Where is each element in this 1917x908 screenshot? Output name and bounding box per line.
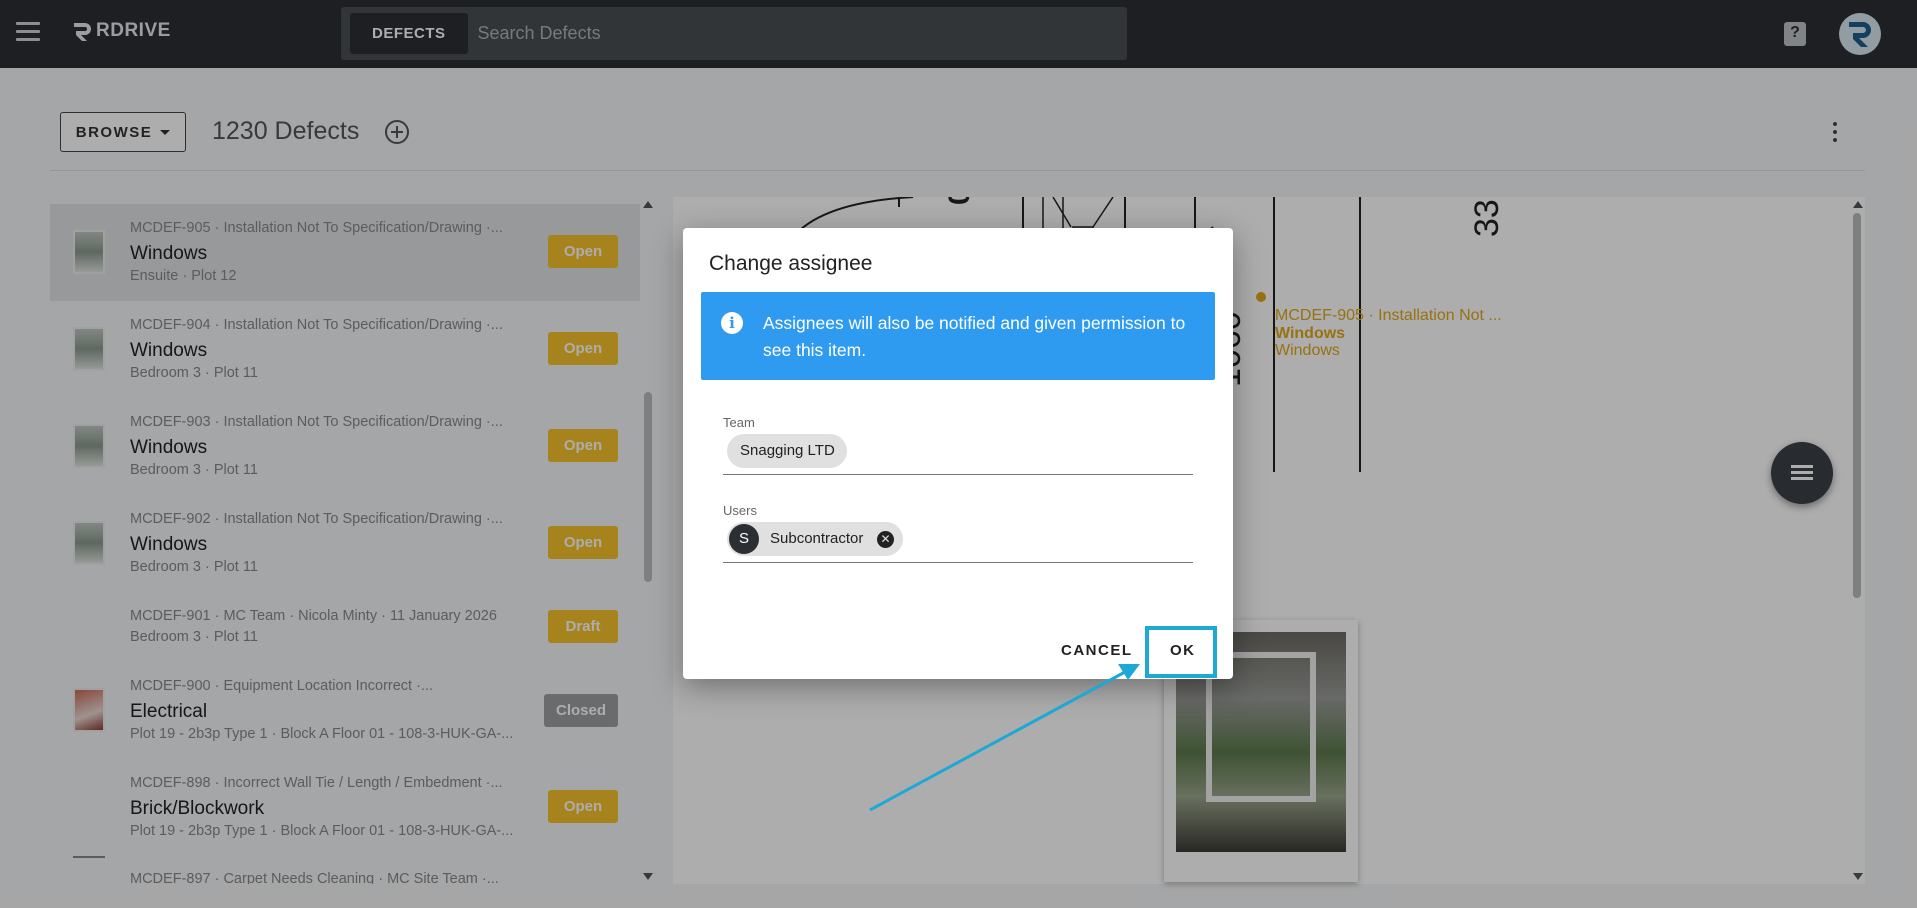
users-field-underline — [723, 562, 1193, 563]
team-chip-label: Snagging LTD — [740, 442, 835, 459]
users-field-label: Users — [723, 503, 757, 518]
cancel-button[interactable]: CANCEL — [1061, 642, 1133, 659]
team-chip[interactable]: Snagging LTD — [727, 434, 847, 468]
user-chip-label: Subcontractor — [770, 530, 864, 547]
user-chip[interactable]: S Subcontractor ✕ — [727, 522, 903, 556]
ok-button-highlight — [1145, 626, 1217, 678]
remove-user-icon[interactable]: ✕ — [877, 531, 894, 548]
team-field-label: Team — [723, 415, 755, 430]
change-assignee-dialog: Change assignee i Assignees will also be… — [683, 228, 1233, 679]
dialog-title: Change assignee — [709, 252, 873, 275]
info-banner: i Assignees will also be notified and gi… — [701, 292, 1215, 380]
team-field-underline — [723, 474, 1193, 475]
info-text: Assignees will also be notified and give… — [763, 313, 1186, 360]
user-chip-avatar: S — [729, 524, 759, 554]
info-icon: i — [721, 312, 743, 334]
